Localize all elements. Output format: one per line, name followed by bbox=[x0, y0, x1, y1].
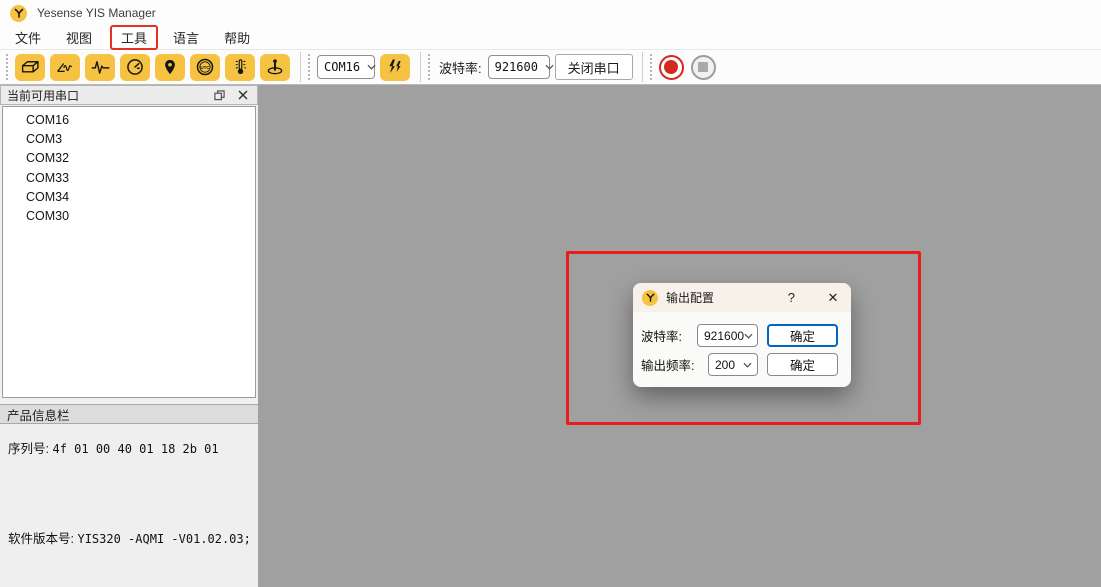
thermometer-icon[interactable] bbox=[225, 54, 255, 81]
dialog-title: 输出配置 bbox=[666, 289, 714, 306]
firmware-version-line: 软件版本号: YIS320 -AQMI -V01.02.03; bbox=[8, 528, 251, 547]
waveform-icon[interactable] bbox=[85, 54, 115, 81]
dialog-baud-label: 波特率: bbox=[641, 326, 682, 345]
left-dock: 当前可用串口 COM16 COM3 COM32 COM33 COM34 COM3… bbox=[0, 85, 258, 587]
chevron-down-icon bbox=[360, 64, 376, 70]
menubar: 文件 视图 工具 语言 帮助 bbox=[0, 26, 1101, 50]
port-list-item[interactable]: COM34 bbox=[3, 188, 255, 207]
product-info-header: 产品信息栏 bbox=[0, 404, 258, 424]
pin-stand-icon[interactable] bbox=[260, 54, 290, 81]
baud-select[interactable]: 921600 bbox=[488, 55, 550, 79]
toolbar-separator bbox=[300, 52, 301, 82]
cube-3d-icon[interactable] bbox=[15, 54, 45, 81]
stop-icon[interactable] bbox=[691, 55, 716, 80]
firmware-version-label: 软件版本号: bbox=[8, 532, 74, 546]
serial-number-label: 序列号: bbox=[8, 442, 49, 456]
serial-number-line: 序列号: 4f 01 00 40 01 18 2b 01 bbox=[8, 438, 219, 457]
available-ports-list: COM16 COM3 COM32 COM33 COM34 COM30 bbox=[2, 106, 256, 398]
dialog-close-button[interactable]: ✕ bbox=[825, 290, 841, 306]
ports-panel-title: 当前可用串口 bbox=[7, 87, 79, 104]
port-list-item[interactable]: COM16 bbox=[3, 111, 255, 130]
dialog-help-button[interactable]: ? bbox=[788, 290, 795, 305]
menu-file[interactable]: 文件 bbox=[8, 26, 48, 49]
baud-confirm-button[interactable]: 确定 bbox=[767, 324, 838, 347]
record-icon[interactable] bbox=[659, 55, 684, 80]
dialog-baud-select[interactable]: 921600 bbox=[697, 324, 758, 347]
output-config-dialog: 输出配置 ? ✕ 波特率: 921600 确定 输出频率: 200 确定 bbox=[633, 283, 851, 387]
window-titlebar: Yesense YIS Manager bbox=[0, 0, 1101, 26]
window-title: Yesense YIS Manager bbox=[37, 6, 156, 20]
menu-view[interactable]: 视图 bbox=[59, 26, 99, 49]
baud-select-value: 921600 bbox=[495, 60, 538, 74]
baud-rate-label: 波特率: bbox=[439, 58, 482, 77]
close-icon[interactable] bbox=[235, 88, 251, 102]
output-rate-confirm-button[interactable]: 确定 bbox=[767, 353, 838, 376]
yesense-logo-icon bbox=[10, 5, 27, 22]
port-select[interactable]: COM16 bbox=[317, 55, 375, 79]
chevron-down-icon bbox=[538, 64, 554, 70]
firmware-version-value: YIS320 -AQMI -V01.02.03; bbox=[77, 532, 250, 546]
product-info-body: 序列号: 4f 01 00 40 01 18 2b 01 软件版本号: YIS3… bbox=[0, 425, 258, 587]
dialog-output-rate-select[interactable]: 200 bbox=[708, 353, 758, 376]
svg-text:UTC: UTC bbox=[200, 65, 210, 70]
toolbar-separator bbox=[420, 52, 421, 82]
utc-clock-icon[interactable]: UTC bbox=[190, 54, 220, 81]
port-list-item[interactable]: COM3 bbox=[3, 130, 255, 149]
toolbar-drag-handle[interactable] bbox=[428, 54, 432, 80]
menu-language[interactable]: 语言 bbox=[166, 26, 206, 49]
dialog-output-rate-value: 200 bbox=[715, 358, 735, 372]
close-serial-port-button[interactable]: 关闭串口 bbox=[555, 54, 633, 80]
chevron-down-icon bbox=[743, 362, 752, 368]
chevron-down-icon bbox=[744, 333, 753, 339]
port-select-value: COM16 bbox=[324, 60, 360, 74]
toolbar-drag-handle[interactable] bbox=[308, 54, 312, 80]
location-pin-icon[interactable] bbox=[155, 54, 185, 81]
dialog-output-rate-label: 输出频率: bbox=[641, 355, 694, 374]
toolbar-separator bbox=[642, 52, 643, 82]
port-list-item[interactable]: COM32 bbox=[3, 149, 255, 168]
toolbar-drag-handle[interactable] bbox=[650, 54, 654, 80]
port-list-item[interactable]: COM30 bbox=[3, 207, 255, 226]
serial-number-value: 4f 01 00 40 01 18 2b 01 bbox=[52, 442, 218, 456]
gauge-icon[interactable] bbox=[120, 54, 150, 81]
ports-panel-header: 当前可用串口 bbox=[0, 85, 258, 105]
toolbar-drag-handle[interactable] bbox=[6, 54, 10, 80]
dialog-titlebar[interactable]: 输出配置 ? ✕ bbox=[633, 283, 851, 312]
menu-tools[interactable]: 工具 bbox=[110, 25, 158, 50]
menu-help[interactable]: 帮助 bbox=[217, 26, 257, 49]
lightning-refresh-icon[interactable] bbox=[380, 54, 410, 81]
port-list-item[interactable]: COM33 bbox=[3, 169, 255, 188]
float-panel-icon[interactable] bbox=[211, 88, 227, 102]
toolbar: UTC COM16 波特率: 921600 关闭串口 bbox=[0, 50, 1101, 85]
angle-wave-icon[interactable] bbox=[50, 54, 80, 81]
product-info-title: 产品信息栏 bbox=[7, 405, 70, 424]
yesense-logo-icon bbox=[642, 290, 658, 306]
dialog-baud-value: 921600 bbox=[704, 329, 744, 343]
